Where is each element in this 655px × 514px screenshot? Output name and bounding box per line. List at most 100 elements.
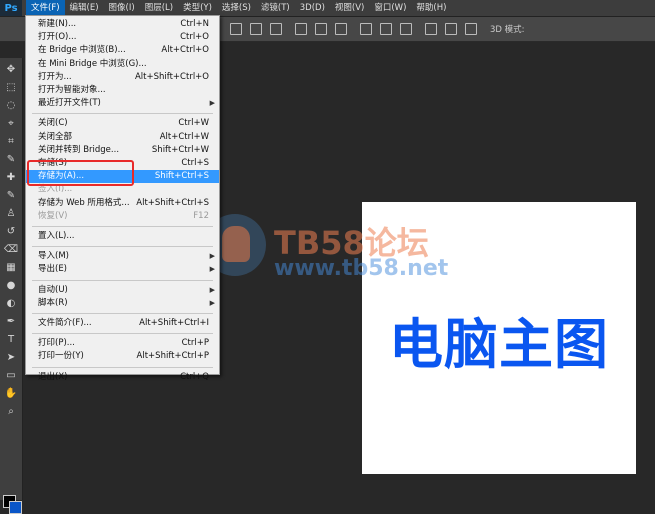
file-menu-item[interactable]: 打开为智能对象...: [26, 84, 219, 97]
path-select-icon[interactable]: ➤: [3, 350, 19, 364]
file-menu-item[interactable]: 打开(O)... Ctrl+O: [26, 31, 219, 44]
menu-item-label: 文件简介(F)...: [38, 318, 92, 328]
hand-icon[interactable]: ✋: [3, 386, 19, 400]
menu-filter[interactable]: 滤镜(T): [256, 0, 295, 16]
menu-item-label: 自动(U): [38, 284, 68, 295]
menu-file[interactable]: 文件(F): [26, 0, 65, 16]
file-menu-item: 恢复(V) F12: [26, 210, 219, 223]
menu-item-shortcut: Shift+Ctrl+W: [151, 144, 209, 155]
photoshop-logo: Ps: [0, 0, 22, 16]
menu-item-shortcut: F12: [193, 210, 209, 221]
menu-select[interactable]: 选择(S): [217, 0, 256, 16]
history-brush-icon[interactable]: ↺: [3, 224, 19, 238]
submenu-arrow-icon: ▶: [209, 298, 215, 307]
eraser-icon[interactable]: ⌫: [3, 242, 19, 256]
menu-item-shortcut: Shift+Ctrl+S: [154, 171, 209, 182]
menu-item-label: 新建(N)...: [38, 19, 77, 29]
file-menu-item[interactable]: 关闭(C) Ctrl+W: [26, 117, 219, 130]
dodge-icon[interactable]: ◐: [3, 296, 19, 310]
menu-view[interactable]: 视图(V): [330, 0, 369, 16]
align-center-icon[interactable]: [315, 23, 327, 35]
menu-item-label: 打开为...: [38, 71, 72, 82]
menu-item-shortcut: Alt+Ctrl+W: [159, 131, 209, 142]
file-menu-item[interactable]: 退出(X) Ctrl+Q: [26, 371, 219, 384]
healing-brush-icon[interactable]: ✚: [3, 170, 19, 184]
menu-item-label: 关闭(C): [38, 118, 68, 129]
menu-3d[interactable]: 3D(D): [295, 0, 330, 16]
shape-icon[interactable]: ▭: [3, 368, 19, 382]
align-middle-icon[interactable]: [250, 23, 262, 35]
file-menu-item[interactable]: 关闭并转到 Bridge... Shift+Ctrl+W: [26, 144, 219, 157]
distribute-middle-icon[interactable]: [380, 23, 392, 35]
type-icon[interactable]: T: [3, 332, 19, 346]
align-right-icon[interactable]: [335, 23, 347, 35]
file-menu-item[interactable]: 最近打开文件(T) ▶: [26, 97, 219, 110]
file-menu-item[interactable]: 在 Mini Bridge 中浏览(G)...: [26, 58, 219, 71]
align-bottom-icon[interactable]: [270, 23, 282, 35]
file-menu-item[interactable]: 打印(P)... Ctrl+P: [26, 337, 219, 350]
menu-window[interactable]: 窗口(W): [369, 0, 411, 16]
menu-item-label: 关闭全部: [38, 131, 73, 142]
menu-help[interactable]: 帮助(H): [411, 0, 451, 16]
distribute-center-icon[interactable]: [445, 23, 457, 35]
lasso-icon[interactable]: ◌: [3, 98, 19, 112]
menu-type[interactable]: 类型(Y): [178, 0, 217, 16]
menu-item-label: 打开(O)...: [38, 32, 77, 43]
menu-separator: [32, 113, 213, 115]
distribute-top-icon[interactable]: [360, 23, 372, 35]
move-icon[interactable]: ✥: [3, 62, 19, 76]
pen-icon[interactable]: ✒: [3, 314, 19, 328]
tools-panel: ✥ ⬚ ◌ ⌖ ⌗ ✎ ✚ ✎ ♙ ↺ ⌫ ▦ ● ◐ ✒ T ➤ ▭ ✋ ⌕: [0, 58, 23, 514]
submenu-arrow-icon: ▶: [209, 265, 215, 274]
menu-edit[interactable]: 编辑(E): [65, 0, 104, 16]
file-menu-item[interactable]: 关闭全部 Alt+Ctrl+W: [26, 131, 219, 144]
crop-icon[interactable]: ⌗: [3, 134, 19, 148]
menu-item-shortcut: Ctrl+Q: [180, 371, 209, 382]
align-top-icon[interactable]: [230, 23, 242, 35]
menu-item-label: 在 Bridge 中浏览(B)...: [38, 45, 126, 56]
distribute-right-icon[interactable]: [465, 23, 477, 35]
file-menu-item[interactable]: 置入(L)...: [26, 230, 219, 243]
menu-separator: [32, 226, 213, 227]
menu-layer[interactable]: 图层(L): [140, 0, 178, 16]
distribute-bottom-icon[interactable]: [400, 23, 412, 35]
menu-item-label: 脚本(R): [38, 297, 68, 308]
mode-3d-label: 3D 模式:: [490, 25, 525, 35]
menu-item-label: 打印(P)...: [38, 338, 75, 349]
file-menu: 新建(N)... Ctrl+N 打开(O)... Ctrl+O 在 Bridge 中浏览…: [25, 15, 220, 382]
file-menu-item[interactable]: 脚本(R) ▶: [26, 297, 219, 310]
watermark-hand-icon: [222, 226, 250, 262]
menu-item-label: 导出(E): [38, 264, 68, 275]
file-menu-item[interactable]: 文件简介(F)... Alt+Shift+Ctrl+I: [26, 317, 219, 330]
blur-icon[interactable]: ●: [3, 278, 19, 292]
file-menu-item[interactable]: 自动(U) ▶: [26, 284, 219, 297]
menu-item-shortcut: Alt+Shift+Ctrl+O: [134, 71, 209, 82]
menu-item-shortcut: Alt+Shift+Ctrl+P: [136, 351, 209, 362]
menu-image[interactable]: 图像(I): [104, 0, 140, 16]
menu-item-label: 关闭并转到 Bridge...: [38, 144, 120, 155]
file-menu-item[interactable]: 新建(N)... Ctrl+N: [26, 18, 219, 31]
distribute-left-icon[interactable]: [425, 23, 437, 35]
marquee-icon[interactable]: ⬚: [3, 80, 19, 94]
document-canvas[interactable]: 电脑主图: [362, 202, 636, 474]
menu-item-shortcut: Ctrl+P: [181, 338, 209, 349]
background-color-swatch[interactable]: [9, 501, 22, 514]
eyedropper-icon[interactable]: ✎: [3, 152, 19, 166]
submenu-arrow-icon: ▶: [209, 285, 215, 294]
quick-select-icon[interactable]: ⌖: [3, 116, 19, 130]
zoom-icon[interactable]: ⌕: [3, 404, 19, 418]
menu-separator: [32, 246, 213, 248]
gradient-icon[interactable]: ▦: [3, 260, 19, 274]
file-menu-item[interactable]: 导出(E) ▶: [26, 263, 219, 276]
brush-icon[interactable]: ✎: [3, 188, 19, 202]
align-left-icon[interactable]: [295, 23, 307, 35]
file-menu-item[interactable]: 导入(M) ▶: [26, 250, 219, 263]
file-menu-item[interactable]: 存储为 Web 所用格式... Alt+Shift+Ctrl+S: [26, 197, 219, 210]
menu-item-label: 在 Mini Bridge 中浏览(G)...: [38, 58, 147, 69]
file-menu-item[interactable]: 在 Bridge 中浏览(B)... Alt+Ctrl+O: [26, 44, 219, 57]
clone-stamp-icon[interactable]: ♙: [3, 206, 19, 220]
file-menu-item[interactable]: 打开为... Alt+Shift+Ctrl+O: [26, 71, 219, 84]
menu-item-label: 打印一份(Y): [38, 351, 84, 362]
file-menu-item[interactable]: 打印一份(Y) Alt+Shift+Ctrl+P: [26, 350, 219, 363]
menu-item-shortcut: Ctrl+W: [178, 118, 209, 129]
